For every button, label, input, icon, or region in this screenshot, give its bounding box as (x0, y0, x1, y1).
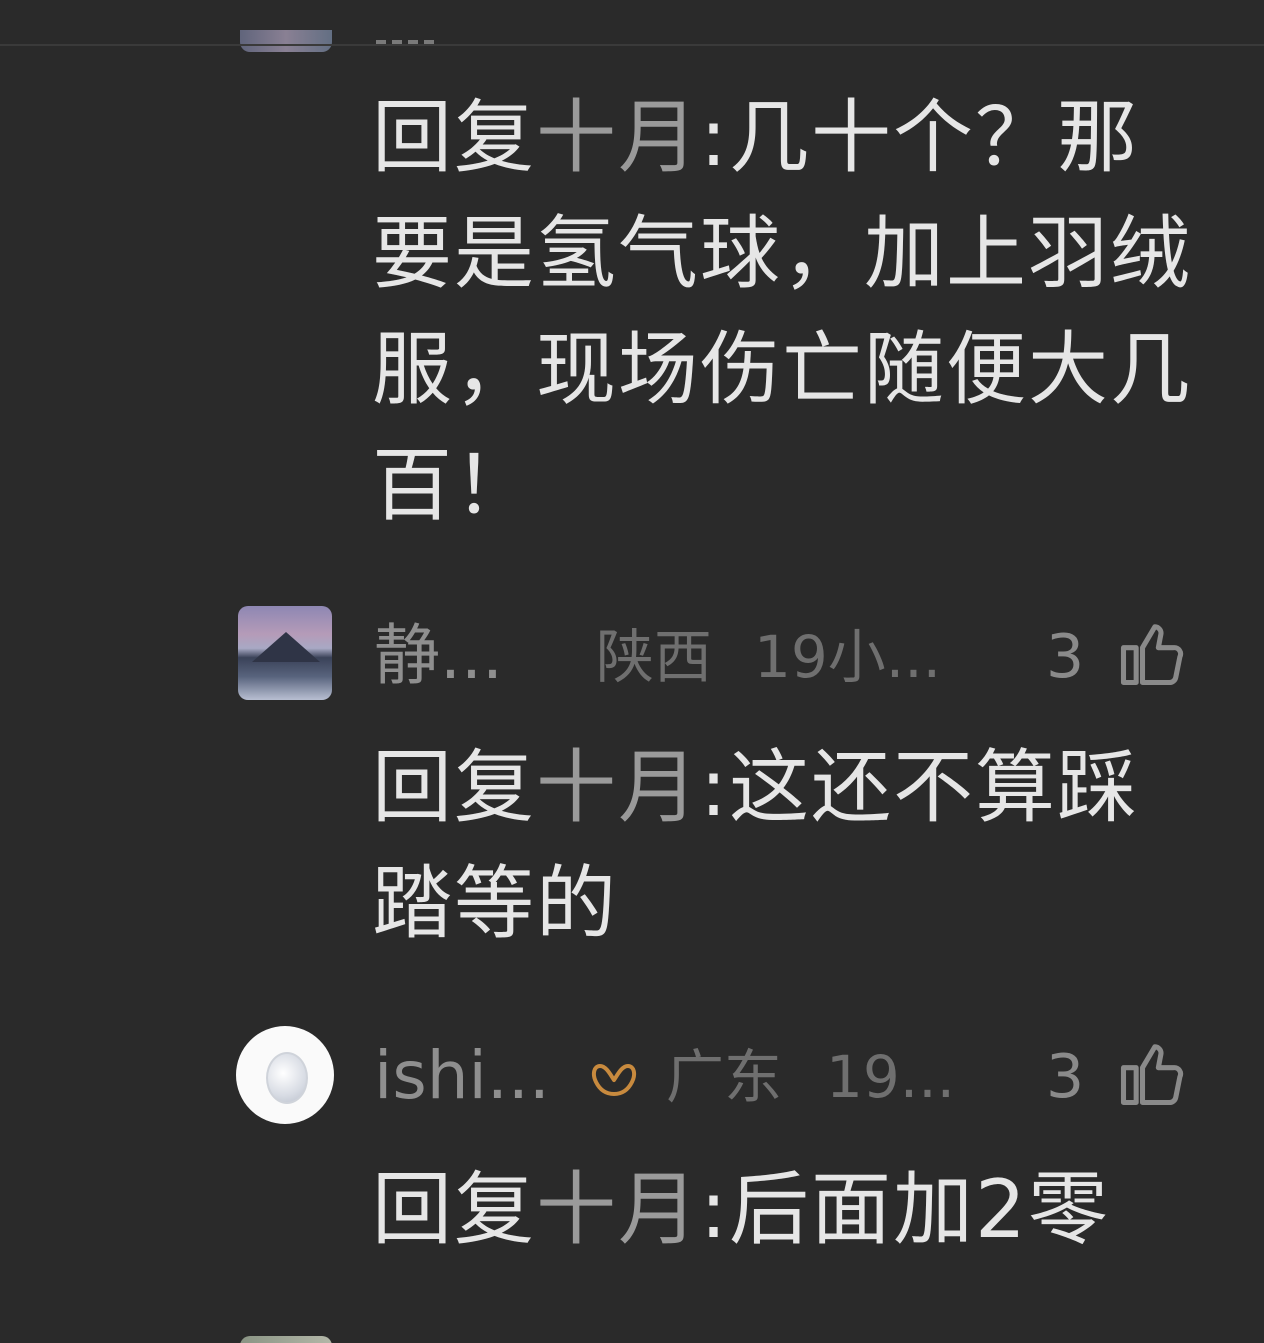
timestamp: 19... (826, 1043, 956, 1111)
infinity-badge-icon (591, 1064, 637, 1096)
reply-prefix: 回复 (372, 91, 536, 184)
reply-target-user[interactable]: 十月 (536, 741, 700, 834)
comment-header: ishi... 广东 19... 3 (236, 1026, 1196, 1126)
thumbs-up-icon[interactable] (1114, 616, 1190, 692)
reply-target-user[interactable]: 十月 (536, 1163, 700, 1256)
like-count: 3 (1046, 622, 1085, 692)
comment-thread: 回复十月:几十个？那要是氢气球，加上羽绒服，现场伤亡随便大几百！ 静... 陕西… (0, 0, 1264, 1343)
top-divider (0, 44, 1264, 46)
avatar[interactable] (240, 30, 332, 52)
reply-text[interactable]: 回复十月:后面加2零 (372, 1152, 1202, 1268)
thumbs-up-icon[interactable] (1114, 1036, 1190, 1112)
reply-body: :后面加2零 (700, 1163, 1110, 1256)
avatar[interactable] (240, 1336, 332, 1343)
reply-prefix: 回复 (372, 741, 536, 834)
avatar[interactable] (236, 1026, 334, 1124)
location: 广东 (666, 1043, 783, 1111)
like-count: 3 (1046, 1042, 1085, 1112)
location: 陕西 (596, 623, 713, 691)
reply-target-user[interactable]: 十月 (536, 91, 700, 184)
timestamp: 19小... (754, 623, 942, 691)
reply-text[interactable]: 回复十月:这还不算踩踏等的 (372, 730, 1202, 962)
reply-prefix: 回复 (372, 1163, 536, 1256)
reply-text[interactable]: 回复十月:几十个？那要是氢气球，加上羽绒服，现场伤亡随便大几百！ (372, 80, 1202, 544)
username[interactable]: ishi... (374, 1036, 550, 1116)
username[interactable]: 静... (374, 616, 503, 696)
comment-header: 静... 陕西 19小... 3 (236, 606, 1196, 706)
avatar[interactable] (238, 606, 332, 700)
